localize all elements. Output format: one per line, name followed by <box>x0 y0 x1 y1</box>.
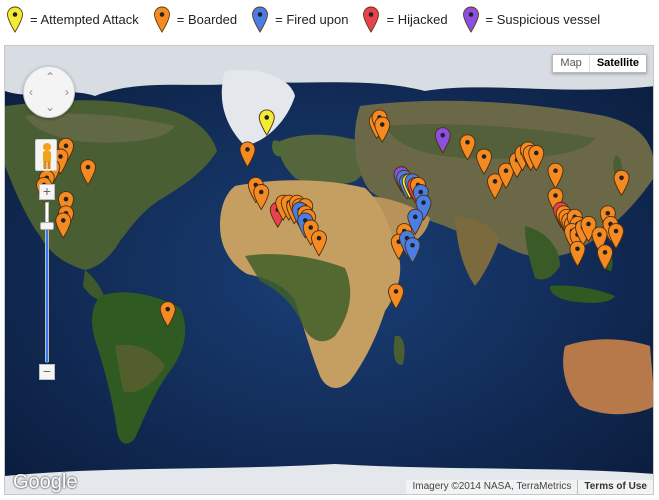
pan-left-icon[interactable]: ‹ <box>29 86 33 98</box>
map-legend: = Attempted Attack = Boarded = Fired upon =… <box>6 4 614 34</box>
red-marker-icon <box>363 6 380 33</box>
pan-up-icon[interactable]: ⌃ <box>45 71 55 83</box>
legend-label: = Fired upon <box>275 11 349 27</box>
map-type-satellite-button[interactable]: Satellite <box>590 55 646 72</box>
pan-down-icon[interactable]: ⌄ <box>45 101 55 113</box>
zoom-slider-fill <box>46 227 48 363</box>
satellite-imagery[interactable] <box>5 46 654 495</box>
world-map[interactable]: Map Satellite ⌃ ⌄ ‹ › + − Google Imagery… <box>4 45 654 495</box>
map-attribution: Imagery ©2014 NASA, TerraMetrics Terms o… <box>406 480 653 494</box>
street-view-pegman[interactable] <box>35 139 57 171</box>
blue-marker-icon <box>252 6 269 33</box>
terms-of-use-link[interactable]: Terms of Use <box>577 480 653 494</box>
zoom-slider-thumb[interactable] <box>40 222 54 230</box>
map-type-control: Map Satellite <box>552 54 647 73</box>
legend-label: = Suspicious vessel <box>485 11 601 27</box>
legend-item: = Fired upon <box>251 6 348 33</box>
map-type-map-button[interactable]: Map <box>553 55 590 72</box>
zoom-out-button[interactable]: − <box>39 364 55 380</box>
yellow-marker-icon <box>7 6 23 33</box>
legend-label: = Attempted Attack <box>30 11 139 27</box>
pan-right-icon[interactable]: › <box>65 86 69 98</box>
legend-item: = Suspicious vessel <box>462 6 601 33</box>
imagery-credit: Imagery ©2014 NASA, TerraMetrics <box>406 480 578 494</box>
pan-control[interactable]: ⌃ ⌄ ‹ › <box>23 66 75 118</box>
google-logo: Google <box>13 471 78 493</box>
legend-item: = Boarded <box>153 6 237 33</box>
legend-item: = Attempted Attack <box>6 6 139 33</box>
pegman-icon <box>43 143 51 169</box>
purple-marker-icon <box>462 6 479 33</box>
legend-label: = Boarded <box>176 11 238 27</box>
legend-item: = Hijacked <box>362 6 448 33</box>
orange-marker-icon <box>153 6 170 33</box>
zoom-in-button[interactable]: + <box>39 184 55 200</box>
legend-label: = Hijacked <box>386 11 448 27</box>
